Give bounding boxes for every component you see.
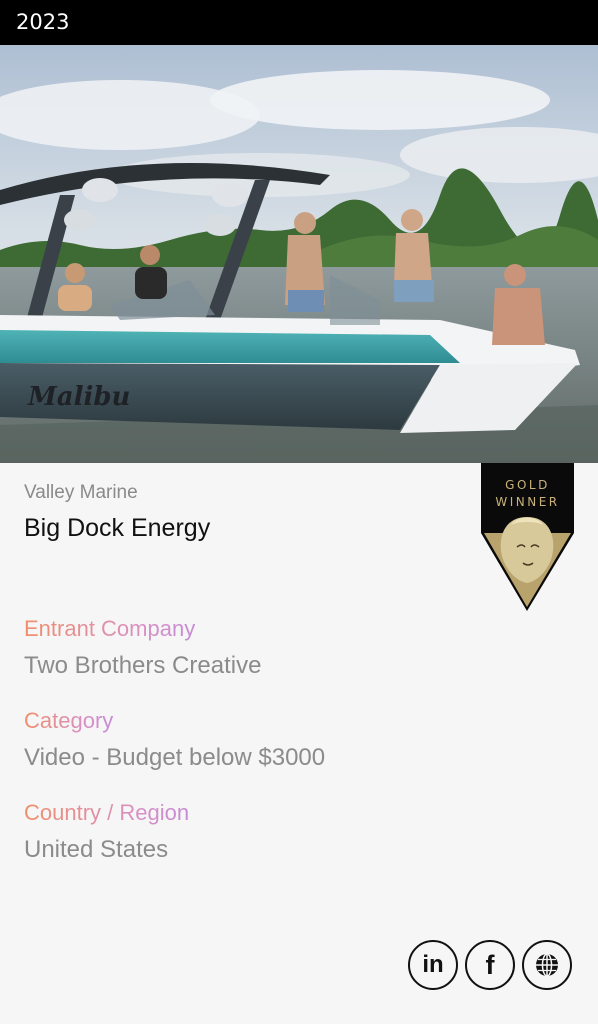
linkedin-button[interactable]: in (408, 940, 458, 990)
svg-text:Malibu: Malibu (27, 382, 130, 412)
badge-line-1: GOLD (505, 478, 550, 492)
client-name: Valley Marine (24, 482, 138, 503)
field-label-entrant-company: Entrant Company (24, 616, 196, 641)
linkedin-icon: in (422, 951, 444, 978)
globe-icon (536, 953, 558, 977)
field-label-country-region: Country / Region (24, 800, 190, 825)
facebook-icon: f (485, 949, 495, 980)
field-value-category: Video - Budget below $3000 (24, 744, 326, 771)
field-label-category: Category (24, 708, 114, 733)
gold-winner-badge: GOLD WINNER (481, 463, 574, 613)
hero-image: Malibu (0, 45, 598, 463)
field-value-entrant-company: Two Brothers Creative (24, 652, 262, 679)
facebook-button[interactable]: f (465, 940, 515, 990)
year-header: 2023 (0, 0, 598, 45)
website-button[interactable] (522, 940, 572, 990)
badge-line-2: WINNER (495, 495, 559, 509)
field-value-country-region: United States (24, 836, 169, 863)
entry-title: Big Dock Energy (24, 514, 211, 542)
year-label: 2023 (16, 10, 70, 34)
